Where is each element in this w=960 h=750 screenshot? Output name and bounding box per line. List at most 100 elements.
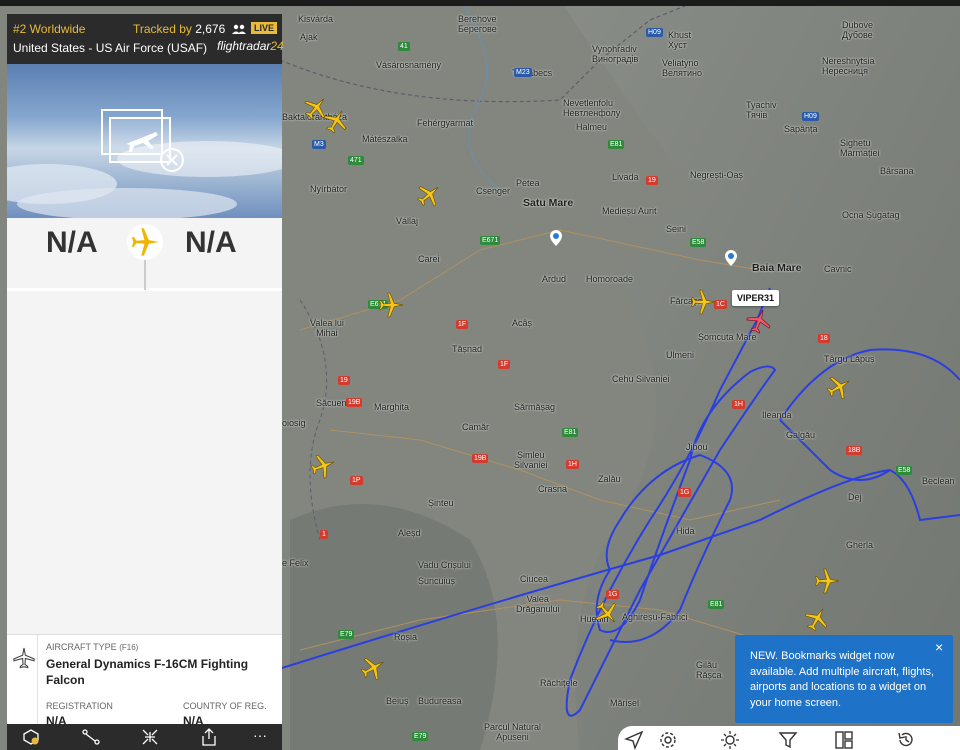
aircraft-details: AIRCRAFT TYPE (F16) General Dynamics F-1… [7, 634, 282, 728]
map-label-carei: Carei [418, 254, 440, 264]
aircraft-icon[interactable] [814, 568, 840, 594]
road-shield: E58 [896, 466, 913, 475]
map-label-barsana: Bârsana [880, 166, 914, 176]
map-label-dubove: Dubove Дубове [842, 20, 874, 40]
map-label-rasca: Rășca [696, 670, 722, 680]
road-shield: 471 [348, 156, 364, 165]
road-shield: 1H [566, 460, 579, 469]
road-shield: 18B [846, 446, 863, 455]
aircraft-type-label: AIRCRAFT TYPE (F16) [46, 642, 139, 652]
playback-history-icon[interactable] [896, 730, 916, 750]
map-label-ardud: Ardud [542, 274, 567, 284]
map-label-parcul-natural-apuseni: Parcul Natural Apuseni [484, 722, 542, 742]
map-label-budureasa: Budureasa [418, 696, 462, 706]
panel-footer: ··· [7, 724, 282, 750]
road-shield: 1F [456, 320, 469, 329]
map-label-sighetu: Sighetu Marmației [840, 138, 880, 158]
map-label-camar: Camăr [462, 422, 490, 432]
map-label-negresti-oas: Negrești-Oaș [690, 170, 744, 180]
flightradar24-logo: flightradar24 [217, 39, 284, 53]
location-pin-icon[interactable] [550, 230, 562, 246]
map-label-sinteu: Șinteu [428, 498, 454, 508]
map-label-somcuta-mare: Șomcuta Mare [698, 332, 757, 342]
map-label-ocna-sugatag: Ocna Șugatag [842, 210, 900, 220]
map-label-livada: Livada [612, 172, 639, 182]
road-shield: 1G [678, 488, 692, 497]
filter-icon[interactable] [778, 730, 798, 750]
map-label-marghita: Marghita [374, 402, 410, 412]
map-label-marisel: Mărișel [610, 698, 640, 708]
map-label-nyirbator: Nyírbátor [310, 184, 348, 194]
destination-airport[interactable]: N/A [185, 226, 237, 260]
widgets-icon[interactable] [834, 730, 854, 750]
road-shield: M23 [514, 68, 532, 77]
map-toolbar [618, 726, 960, 750]
route-divider [144, 260, 146, 290]
map-label-gilau: Gilău [696, 660, 718, 670]
road-shield: 19 [646, 176, 658, 185]
map-label-jibou: Jibou [686, 442, 708, 452]
weather-icon[interactable] [720, 730, 740, 750]
map-label-csenger: Csenger [476, 186, 511, 196]
route-plane-icon [127, 224, 163, 260]
road-shield: E671 [480, 236, 501, 245]
road-shield: 41 [398, 42, 410, 51]
map-label-ileanda: Ileanda [762, 410, 792, 420]
settings-gear-icon[interactable] [658, 730, 678, 750]
callsign-label[interactable]: VIPER31 [732, 290, 780, 306]
rank-label: #2 Worldwide [13, 22, 86, 36]
map-label-zalau: Zalău [598, 474, 621, 484]
map-label-targu-lapus: Târgu Lăpuș [824, 354, 875, 364]
map-label-seini: Seini [666, 224, 687, 234]
flight-info-panel: #2 Worldwide Tracked by 2,676 LIVE Unite… [7, 14, 284, 750]
road-shield: E79 [412, 732, 429, 741]
status-strip [0, 0, 960, 6]
road-shield: H09 [646, 28, 663, 37]
map-label-berehove: Berehove Берегове [458, 14, 497, 34]
map-label-homoroade: Homoroade [586, 274, 634, 284]
map-label-satu-mare: Satu Mare [523, 197, 574, 209]
panel-header: #2 Worldwide Tracked by 2,676 LIVE Unite… [7, 14, 284, 64]
bookmarks-widget-notice[interactable]: NEW. Bookmarks widget now available. Add… [735, 635, 953, 723]
map-label-sapanta: Sapânța [784, 124, 818, 134]
map-label-ciucea: Ciucea [520, 574, 549, 584]
operator-name: United States - US Air Force (USAF) [13, 41, 208, 55]
no-photo-icon [101, 109, 184, 172]
map-label-cavnic: Cavnic [824, 264, 852, 274]
map-label-medieșu-aurit: Medieșu Aurit [602, 206, 657, 216]
map-label-nevetlenfolu: Nevetlenfolu Невтленфолу [563, 98, 621, 118]
origin-airport[interactable]: N/A [46, 226, 98, 260]
map-label-mateszalka: Mátészalka [362, 134, 408, 144]
road-shield: E81 [608, 140, 625, 149]
map-label-simleu-silvaniei: Șimleu Silvaniei [514, 450, 548, 470]
map-label-sacueni: Săcueni [316, 398, 349, 408]
route-icon[interactable] [82, 728, 100, 746]
aircraft-icon[interactable] [378, 292, 404, 318]
road-shield: E81 [562, 428, 579, 437]
map-label-suncuius: Șuncuiuș [418, 576, 456, 586]
location-pin-icon[interactable] [725, 250, 737, 266]
registration-label: REGISTRATION [46, 701, 113, 711]
aircraft-icon[interactable] [690, 289, 716, 315]
aircraft-type-value: General Dynamics F-16CM Fighting Falcon [46, 657, 249, 687]
follow-aircraft-icon[interactable] [141, 728, 159, 746]
more-options-button[interactable]: ··· [253, 727, 267, 743]
map-label-aghiresu-fabrici: Aghireșu-Fabrici [622, 612, 688, 622]
map-label-khust: Khust Хуст [668, 30, 692, 50]
map-label-beius: Beiuș [386, 696, 409, 706]
map-label-valea-lui-mihai: Valea lui Mihai [310, 318, 344, 338]
road-shield: 1P [350, 476, 363, 485]
map-label-ajak: Ajak [300, 32, 318, 42]
close-icon[interactable]: × [935, 639, 943, 655]
map-label-acas: Acâș [512, 318, 533, 328]
cockpit-view-icon[interactable] [22, 728, 40, 746]
route-summary: N/A N/A [7, 218, 282, 291]
map-label-rachitele: Răchițele [540, 678, 578, 688]
share-icon[interactable] [200, 728, 218, 746]
road-shield: 1 [320, 530, 328, 539]
road-shield: 19B [346, 398, 363, 407]
road-shield: E81 [708, 600, 725, 609]
map-label-tyachiv: Tyachiv Тячів [746, 100, 777, 120]
map-label-valea-draganului: Valea Drăganului [516, 594, 560, 614]
location-arrow-icon[interactable] [624, 730, 644, 750]
